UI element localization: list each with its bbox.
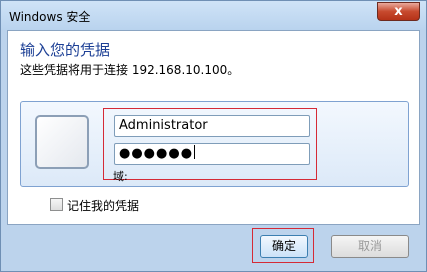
ok-button[interactable]: 确定 (260, 235, 308, 258)
text-caret (194, 145, 196, 159)
domain-label: 域: (113, 170, 128, 183)
username-value: Administrator (119, 118, 208, 133)
password-field[interactable]: ●●●●●● (114, 143, 310, 165)
credential-highlight: Administrator ●●●●●● (103, 108, 317, 180)
remember-label: 记住我的凭据 (67, 199, 140, 213)
dialog-heading: 输入您的凭据 (20, 41, 111, 59)
title-bar: Windows 安全 x (0, 0, 427, 30)
remember-checkbox[interactable] (50, 198, 63, 211)
close-button[interactable]: x (377, 2, 420, 21)
password-value: ●●●●●● (119, 146, 194, 161)
dialog-content: 输入您的凭据 这些凭据将用于连接 192.168.10.100。 Adminis… (7, 30, 420, 225)
ok-button-highlight: 确定 (252, 228, 314, 263)
username-field[interactable]: Administrator (114, 115, 310, 137)
window-title: Windows 安全 (9, 10, 91, 24)
credential-panel: Administrator ●●●●●● 域: (20, 101, 409, 187)
cancel-button[interactable]: 取消 (331, 235, 409, 258)
dialog-description: 这些凭据将用于连接 192.168.10.100。 (20, 63, 240, 77)
user-tile-icon (35, 115, 89, 169)
close-icon: x (394, 4, 403, 19)
